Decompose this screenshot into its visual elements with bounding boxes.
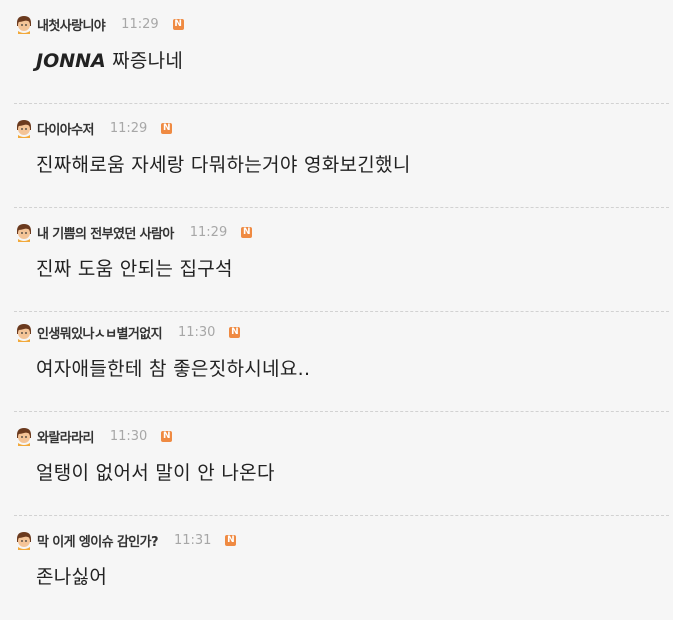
comment-nickname[interactable]: 내 기쁨의 전부였던 사람아 xyxy=(37,223,174,242)
comment-text: 진짜해로움 자세랑 다뭐하는거야 영화보긴했니 xyxy=(36,154,411,176)
comment-item: 와랄라라리 11:30 N 얼탱이 없어서 말이 안 나온다 xyxy=(0,412,673,516)
comment-meta: 막 이게 엥이슈 감인가? 11:31 N xyxy=(14,530,237,550)
comment-list: 내첫사랑니야 11:29 N JONNA 짜증나네 다이아수저 11:29 N … xyxy=(0,0,673,618)
new-badge-icon: N xyxy=(161,430,173,442)
new-badge-icon: N xyxy=(172,18,184,30)
comment-text: 진짜 도움 안되는 집구석 xyxy=(36,258,233,280)
comment-meta: 와랄라라리 11:30 N xyxy=(14,426,173,446)
comment-meta: 다이아수저 11:29 N xyxy=(14,118,173,138)
comment-item: 내 기쁨의 전부였던 사람아 11:29 N 진짜 도움 안되는 집구석 xyxy=(0,208,673,312)
comment-time: 11:30 xyxy=(177,324,216,340)
comment-time: 11:30 xyxy=(109,428,148,444)
comment-time: 11:29 xyxy=(189,224,228,240)
user-avatar-icon[interactable] xyxy=(14,14,34,34)
user-avatar-icon[interactable] xyxy=(14,426,34,446)
comment-text: JONNA 짜증나네 xyxy=(36,46,183,73)
comment-text: 여자애들한테 참 좋은짓하시네요.. xyxy=(36,358,311,380)
new-badge-icon: N xyxy=(225,534,237,546)
comment-item: 내첫사랑니야 11:29 N JONNA 짜증나네 xyxy=(0,0,673,104)
comment-meta: 내첫사랑니야 11:29 N xyxy=(14,14,184,34)
comment-text: 얼탱이 없어서 말이 안 나온다 xyxy=(36,462,275,484)
comment-time: 11:31 xyxy=(173,532,212,548)
user-avatar-icon[interactable] xyxy=(14,322,34,342)
comment-nickname[interactable]: 막 이게 엥이슈 감인가? xyxy=(37,531,159,550)
comment-text-rest: 짜증나네 xyxy=(105,50,184,72)
user-avatar-icon[interactable] xyxy=(14,118,34,138)
user-avatar-icon[interactable] xyxy=(14,530,34,550)
comment-text-emphasis: JONNA xyxy=(36,50,106,72)
new-badge-icon: N xyxy=(229,326,241,338)
new-badge-icon: N xyxy=(241,226,253,238)
comment-meta: 내 기쁨의 전부였던 사람아 11:29 N xyxy=(14,222,253,242)
comment-item: 인생뭐있나ㅅㅂ별거없지 11:30 N 여자애들한테 참 좋은짓하시네요.. xyxy=(0,308,673,412)
user-avatar-icon[interactable] xyxy=(14,222,34,242)
comment-nickname[interactable]: 내첫사랑니야 xyxy=(37,15,106,34)
comment-text: 존나싫어 xyxy=(36,566,108,588)
comment-meta: 인생뭐있나ㅅㅂ별거없지 11:30 N xyxy=(14,322,241,342)
comment-time: 11:29 xyxy=(109,120,148,136)
comment-nickname[interactable]: 다이아수저 xyxy=(37,119,94,138)
new-badge-icon: N xyxy=(161,122,173,134)
comment-nickname[interactable]: 와랄라라리 xyxy=(37,427,94,446)
comment-item: 막 이게 엥이슈 감인가? 11:31 N 존나싫어 xyxy=(0,516,673,620)
comment-nickname[interactable]: 인생뭐있나ㅅㅂ별거없지 xyxy=(37,323,163,342)
comment-item: 다이아수저 11:29 N 진짜해로움 자세랑 다뭐하는거야 영화보긴했니 xyxy=(0,104,673,208)
comment-time: 11:29 xyxy=(121,16,159,32)
